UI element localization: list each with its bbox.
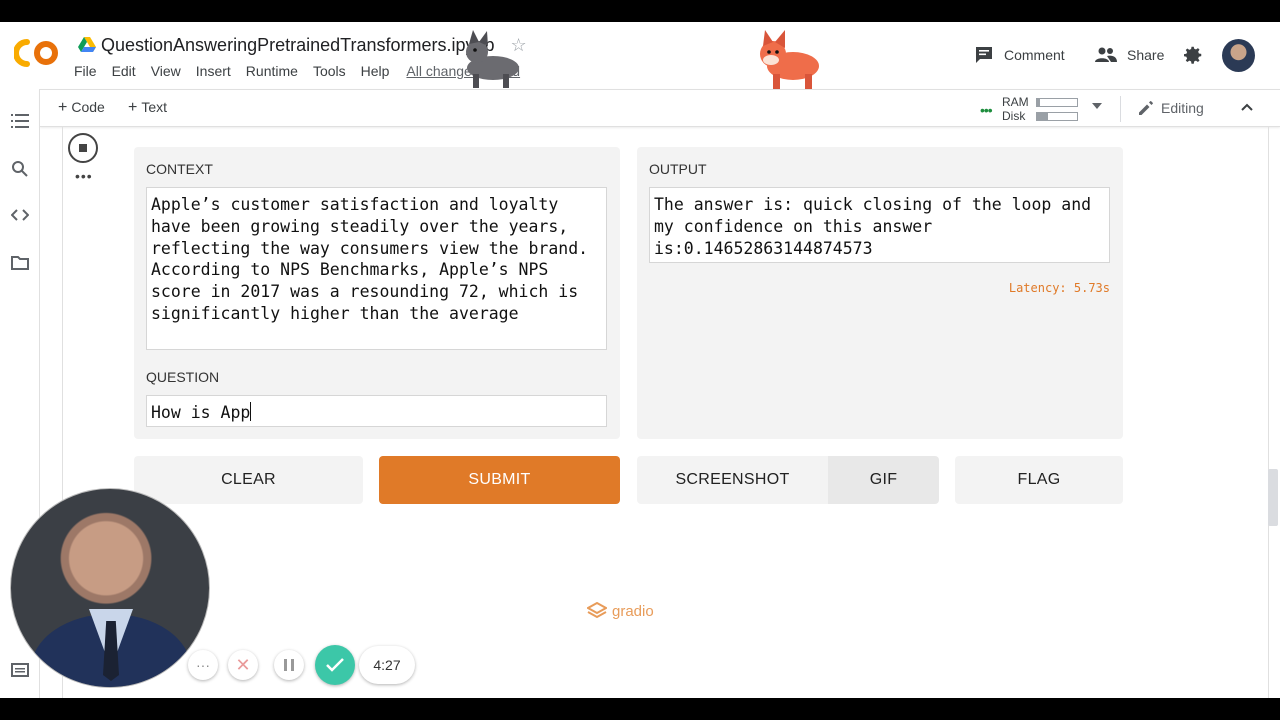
gear-icon[interactable] [1182,44,1204,66]
chevron-up-icon[interactable] [1240,100,1254,114]
menu-view[interactable]: View [151,63,181,79]
toolbar-divider [1120,96,1121,122]
folder-icon[interactable] [11,256,29,270]
more-options-icon[interactable]: ••• [75,168,93,184]
text-cursor [250,402,252,421]
output-textbox: The answer is: quick closing of the loop… [649,187,1110,263]
add-text-label: Text [141,99,168,115]
menu-edit[interactable]: Edit [112,63,136,79]
people-icon [1095,47,1117,62]
submit-button[interactable]: SUBMIT [379,456,620,504]
question-label: QUESTION [146,369,220,385]
menu-runtime[interactable]: Runtime [246,63,298,79]
grey-dog-mascot [466,30,519,88]
menu-tools[interactable]: Tools [313,63,346,79]
recorder-cancel-icon[interactable]: ✕ [228,650,258,680]
ram-usage-bar [1036,98,1078,107]
page-scrollbar[interactable] [1268,469,1278,526]
disk-usage-fill [1037,113,1049,120]
recorder-finish-icon[interactable] [315,645,355,685]
pencil-icon [1139,101,1153,115]
context-label: CONTEXT [146,161,213,177]
resource-monitor[interactable]: ••• RAM Disk [978,94,1098,123]
add-text-button[interactable]: + Text [128,99,167,117]
ram-usage-fill [1037,99,1041,106]
colab-window: QuestionAnsweringPretrainedTransformers.… [0,22,1280,698]
disk-usage-bar [1036,112,1078,121]
stop-execution-button[interactable] [68,133,98,163]
output-label: OUTPUT [649,161,707,177]
menu-help[interactable]: Help [361,63,390,79]
context-textarea[interactable]: Apple’s customer satisfaction and loyalt… [146,187,607,350]
plus-icon: + [128,99,138,116]
comment-label: Comment [1004,47,1065,63]
flag-button[interactable]: FLAG [955,456,1123,504]
recorder-more-button[interactable]: ··· [188,650,218,680]
gradio-branding[interactable]: gradio [587,602,654,620]
editing-label: Editing [1161,100,1204,116]
editing-mode-button[interactable]: Editing [1137,99,1204,117]
chevron-down-icon[interactable] [1092,103,1102,109]
gif-button[interactable]: GIF [828,456,939,504]
add-code-button[interactable]: + Code [58,99,105,117]
question-text: How is App [151,403,251,422]
disk-label: Disk [1002,109,1026,123]
colab-logo[interactable] [14,36,60,70]
menu-insert[interactable]: Insert [196,63,231,79]
question-input[interactable]: How is App [146,395,607,427]
orange-corgi-mascot [760,30,819,90]
comment-button[interactable]: Comment [974,42,1065,68]
comment-icon [976,47,992,63]
gradio-brand-label: gradio [612,602,654,620]
latency-readout: Latency: 5.73s [1008,281,1110,295]
menu-file[interactable]: File [74,63,97,79]
connected-status-icon: ••• [980,102,993,118]
google-drive-icon [78,37,96,52]
add-code-label: Code [71,99,105,115]
plus-icon: + [58,99,68,116]
terminal-icon[interactable] [11,663,29,677]
screenshot-button[interactable]: SCREENSHOT [637,456,828,504]
notebook-toolbar: + Code + Text ••• RAM Disk Editing [40,89,1280,127]
notebook-title[interactable]: QuestionAnsweringPretrainedTransformers.… [101,35,495,56]
presenter-webcam [10,488,210,688]
user-avatar[interactable] [1222,39,1255,72]
share-button[interactable]: Share [1095,42,1164,68]
table-of-contents-icon[interactable] [11,113,29,129]
gradio-logo-icon [587,602,607,619]
share-label: Share [1127,47,1165,63]
input-panel: CONTEXT Apple’s customer satisfaction an… [134,147,620,439]
recorder-pause-icon[interactable] [274,650,304,680]
code-snippets-icon[interactable] [11,208,29,222]
ram-label: RAM [1002,95,1029,109]
clear-button[interactable]: CLEAR [134,456,363,504]
search-icon[interactable] [11,160,29,178]
recorder-timer: 4:27 [359,646,415,684]
